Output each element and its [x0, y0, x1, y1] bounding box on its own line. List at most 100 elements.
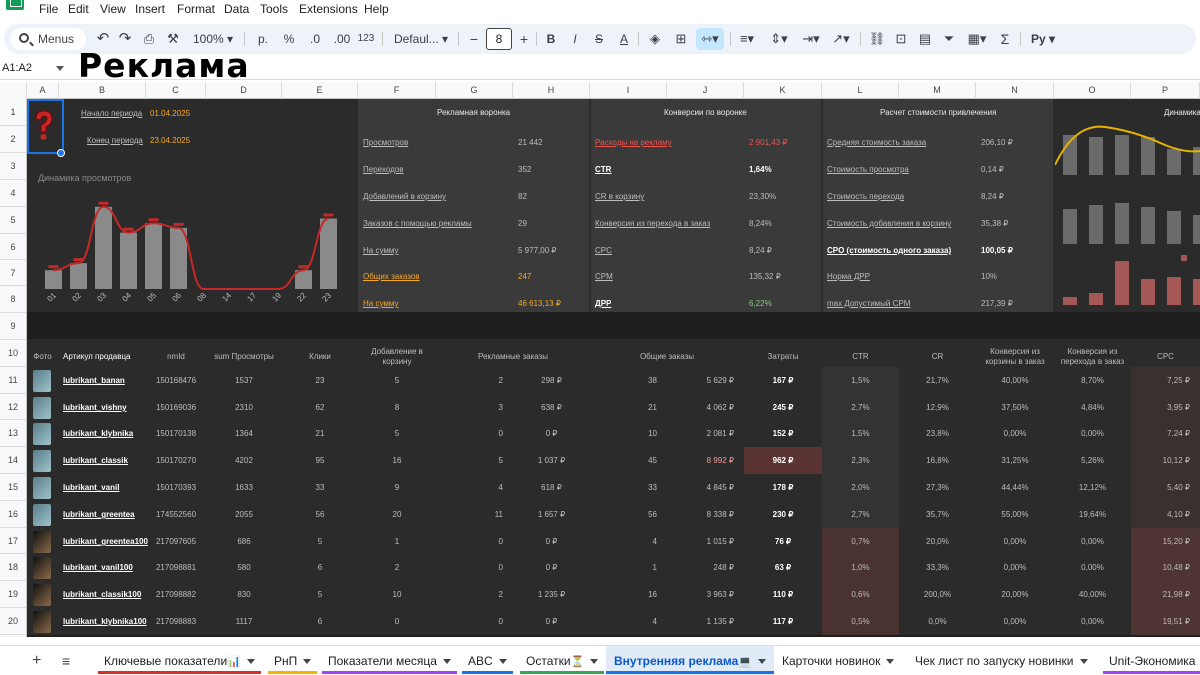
sheet-tab[interactable]: Остатки⏳	[520, 646, 605, 675]
row-header[interactable]: 6	[0, 234, 26, 260]
font-family-select[interactable]: Defaul... ▾	[390, 24, 452, 54]
acquisition-row-label[interactable]: Стоимость просмотра	[827, 165, 909, 174]
more-formats-button[interactable]: 123	[356, 24, 376, 54]
chevron-down-icon[interactable]	[1079, 659, 1088, 665]
menu-data[interactable]: Data	[224, 1, 249, 17]
conversions-row-label[interactable]: CR в корзину	[595, 192, 644, 201]
table-header[interactable]: CTR	[822, 345, 899, 369]
table-header[interactable]: Добавление в корзину	[358, 345, 436, 369]
funnel-row-label[interactable]: Заказов с помощью рекламы	[363, 219, 472, 228]
font-size-increase-button[interactable]: +	[516, 24, 532, 54]
column-header[interactable]: H	[513, 82, 590, 99]
chevron-down-icon[interactable]	[886, 659, 895, 665]
vertical-align-icon[interactable]: ⇕▾	[768, 24, 790, 54]
column-header[interactable]: D	[206, 82, 282, 99]
merge-cells-icon[interactable]: ⇿▾	[696, 28, 724, 50]
insert-comment-icon[interactable]: ⊡	[892, 24, 910, 54]
funnel-row-label[interactable]: Переходов	[363, 165, 403, 174]
funnel-row-label[interactable]: Добавлений в корзину	[363, 192, 446, 201]
acquisition-row-label[interactable]: Средняя стоимость заказа	[827, 138, 926, 147]
acquisition-row-label[interactable]: max Допустимый CPM	[827, 299, 910, 308]
text-color-button[interactable]: A	[615, 24, 633, 54]
chevron-down-icon[interactable]	[498, 659, 507, 665]
product-sku-link[interactable]: lubrikant_classik	[63, 456, 128, 465]
acquisition-row-label[interactable]: CPO (стоимость одного заказа)	[827, 246, 951, 255]
insert-link-icon[interactable]: ⛓	[868, 24, 886, 54]
funnel-row-label[interactable]: На сумму	[363, 299, 398, 308]
column-header[interactable]: M	[899, 82, 976, 99]
product-sku-link[interactable]: lubrikant_vanil	[63, 483, 119, 492]
currency-format-button[interactable]: р.	[254, 24, 272, 54]
column-header[interactable]: I	[590, 82, 667, 99]
borders-icon[interactable]: ⊞	[672, 24, 690, 54]
sheet-tab[interactable]: Внутренняя реклама💻	[606, 646, 774, 675]
conversions-row-label[interactable]: CTR	[595, 165, 611, 174]
product-photo[interactable]	[33, 397, 51, 419]
product-sku-link[interactable]: lubrikant_greentea	[63, 510, 135, 519]
row-header[interactable]: 4	[0, 180, 26, 207]
font-size-input[interactable]: 8	[486, 28, 512, 50]
column-header[interactable]: E	[282, 82, 358, 99]
text-rotation-icon[interactable]: ↗▾	[830, 24, 852, 54]
funnel-row-label[interactable]: Просмотров	[363, 138, 408, 147]
row-header[interactable]: 1	[0, 99, 26, 126]
increase-decimal-button[interactable]: .00	[330, 24, 354, 54]
menu-format[interactable]: Format	[177, 1, 215, 17]
chevron-down-icon[interactable]	[303, 659, 312, 665]
italic-button[interactable]: I	[566, 24, 584, 54]
sheets-logo-icon[interactable]	[6, 0, 24, 10]
product-sku-link[interactable]: lubrikant_classik100	[63, 590, 141, 599]
row-header[interactable]: 19	[0, 581, 26, 608]
percent-format-button[interactable]: %	[280, 24, 298, 54]
row-header[interactable]: 17	[0, 528, 26, 554]
column-header[interactable]: K	[744, 82, 822, 99]
insert-chart-icon[interactable]: ▤	[916, 24, 934, 54]
acquisition-row-label[interactable]: Стоимость добавления в корзину	[827, 219, 951, 228]
column-header[interactable]: F	[358, 82, 436, 99]
table-header[interactable]: Рекламные заказы	[436, 345, 590, 369]
table-header[interactable]: Конверсия из корзины в заказ	[976, 345, 1054, 369]
table-header[interactable]: Клики	[282, 345, 358, 369]
decrease-decimal-button[interactable]: .0	[304, 24, 326, 54]
row-header[interactable]: 15	[0, 474, 26, 501]
menu-edit[interactable]: Edit	[68, 1, 89, 17]
menu-help[interactable]: Help	[364, 1, 389, 17]
acquisition-row-label[interactable]: Стоимость перехода	[827, 192, 904, 201]
row-header[interactable]: 10	[0, 340, 26, 367]
selected-range[interactable]	[27, 99, 64, 154]
acquisition-row-label[interactable]: Норма ДРР	[827, 272, 870, 281]
sheet-tab[interactable]: ABC	[462, 646, 513, 675]
product-photo[interactable]	[33, 584, 51, 606]
period-start-value[interactable]: 01.04.2025	[150, 109, 190, 118]
table-header[interactable]: Затраты	[744, 345, 822, 369]
row-header[interactable]: 14	[0, 447, 26, 474]
chevron-down-icon[interactable]	[758, 659, 766, 665]
table-header[interactable]: sum Просмотры	[206, 345, 282, 369]
conversions-row-label[interactable]: CPC	[595, 246, 612, 255]
row-header[interactable]: 3	[0, 153, 26, 180]
bold-button[interactable]: B	[542, 24, 560, 54]
text-wrap-icon[interactable]: ⇥▾	[800, 24, 822, 54]
horizontal-align-icon[interactable]: ≡▾	[736, 24, 758, 54]
product-sku-link[interactable]: lubrikant_banan	[63, 376, 125, 385]
row-header[interactable]: 18	[0, 554, 26, 581]
row-header[interactable]: 13	[0, 420, 26, 447]
add-sheet-icon[interactable]: +	[32, 646, 41, 675]
product-sku-link[interactable]: lubrikant_greentea100	[63, 537, 148, 546]
column-header[interactable]: P	[1131, 82, 1200, 99]
row-header[interactable]: 5	[0, 207, 26, 234]
table-header[interactable]: CR	[899, 345, 976, 369]
product-sku-link[interactable]: lubrikant_klybnika	[63, 429, 133, 438]
chevron-down-icon[interactable]	[590, 659, 599, 665]
dynamics-chart[interactable]	[1055, 123, 1200, 309]
column-header[interactable]: C	[146, 82, 206, 99]
column-header[interactable]: N	[976, 82, 1054, 99]
product-photo[interactable]	[33, 531, 51, 553]
row-header[interactable]: 12	[0, 394, 26, 420]
product-photo[interactable]	[33, 423, 51, 445]
sheet-tab[interactable]: Чек лист по запуску новинки	[909, 646, 1094, 675]
column-header[interactable]: L	[822, 82, 899, 99]
menus-search[interactable]: Menus	[10, 28, 86, 50]
product-photo[interactable]	[33, 450, 51, 472]
product-photo[interactable]	[33, 611, 51, 633]
